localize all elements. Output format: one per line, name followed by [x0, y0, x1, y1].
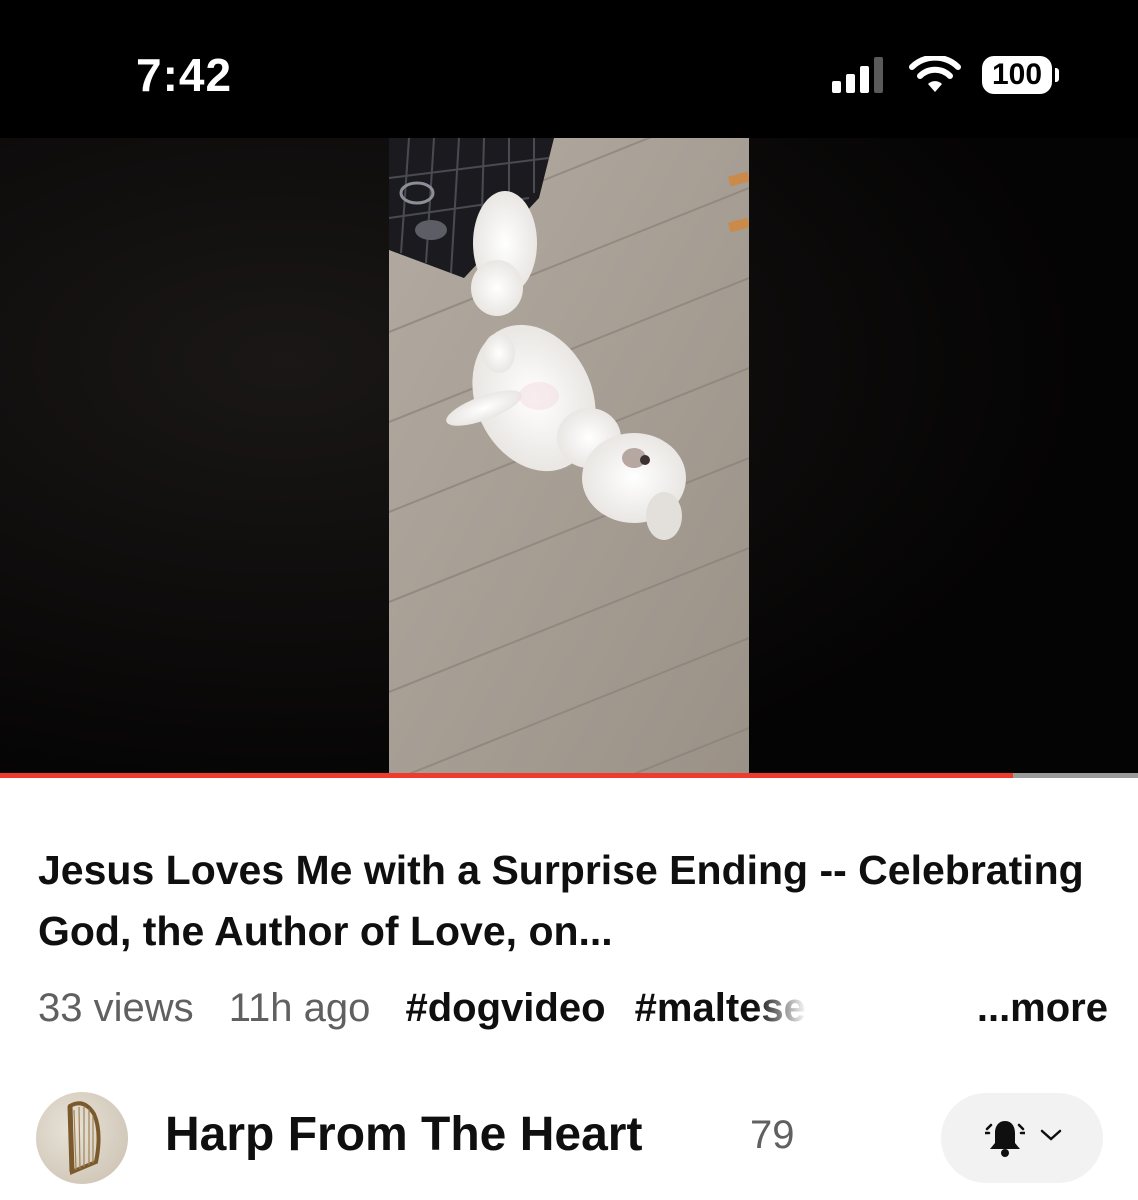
signal-icon — [832, 57, 883, 93]
chevron-down-icon — [1040, 1129, 1062, 1141]
status-bar: 7:42 100 — [0, 0, 1138, 138]
harp-avatar — [67, 1101, 101, 1175]
more-link[interactable]: ...more — [977, 986, 1108, 1031]
channel-name[interactable]: Harp From The Heart — [165, 1107, 642, 1162]
video-meta[interactable]: 33 views 11h ago #dogvideo #maltese — [38, 986, 1108, 1046]
wifi-icon — [909, 56, 961, 92]
video-frame[interactable] — [389, 138, 749, 775]
upload-age: 11h ago — [228, 986, 371, 1030]
hashtag[interactable]: #dogvideo — [406, 986, 606, 1030]
battery-icon: 100 — [982, 56, 1052, 94]
channel-row: Harp From The Heart 79 — [0, 1085, 1138, 1185]
video-title[interactable]: Jesus Loves Me with a Surprise Ending --… — [38, 840, 1108, 962]
hashtag[interactable]: #maltese — [635, 986, 807, 1031]
subscriber-count: 79 — [750, 1113, 795, 1157]
progress-fill — [0, 773, 1013, 778]
bell-icon — [985, 1121, 1025, 1157]
subscribed-button[interactable] — [941, 1093, 1103, 1183]
battery-tip — [1055, 68, 1059, 82]
progress-track[interactable] — [0, 773, 1138, 778]
status-time: 7:42 — [136, 49, 233, 101]
channel-avatar[interactable] — [36, 1092, 128, 1184]
video-player[interactable] — [0, 138, 1138, 775]
view-count: 33 views — [38, 986, 194, 1030]
